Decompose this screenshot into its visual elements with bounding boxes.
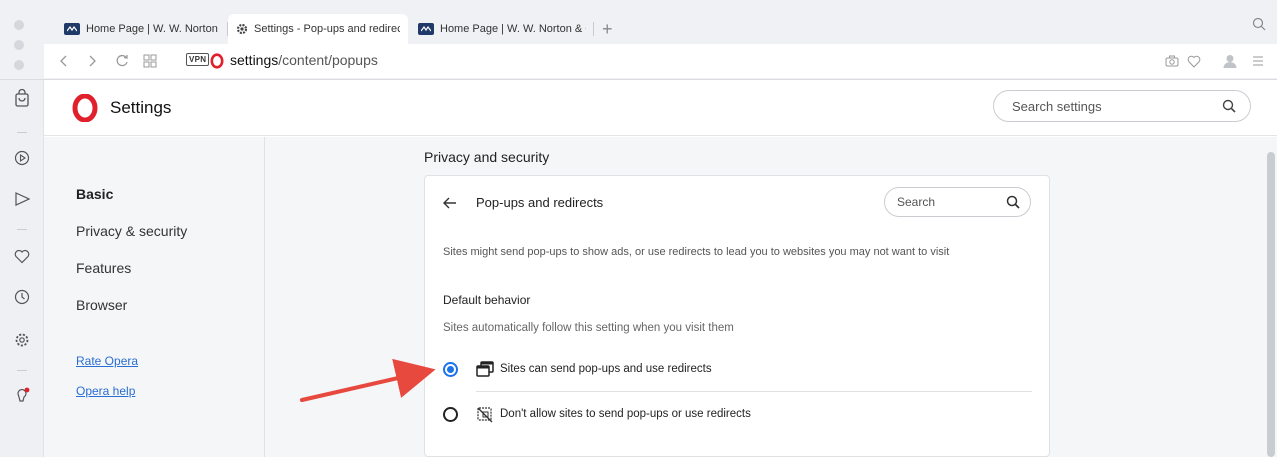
back-icon[interactable]: [54, 51, 74, 71]
tab-norton-1[interactable]: Home Page | W. W. Norton & C: [56, 14, 228, 44]
nav-item-features[interactable]: Features: [76, 260, 131, 276]
default-behavior-description: Sites automatically follow this setting …: [443, 322, 734, 334]
block-popups-label[interactable]: Don't allow sites to send pop-ups or use…: [500, 408, 751, 420]
address-bar: [44, 44, 1277, 78]
page-title: Settings: [110, 98, 172, 117]
gear-icon[interactable]: [12, 330, 32, 350]
search-icon[interactable]: [1222, 99, 1236, 113]
block-popups-radio[interactable]: [443, 407, 458, 422]
window-close-button[interactable]: [14, 20, 24, 30]
clock-icon[interactable]: [12, 287, 32, 307]
tab-settings[interactable]: Settings - Pop-ups and redirec: [228, 14, 408, 44]
window-zoom-button[interactable]: [14, 60, 24, 70]
camera-icon[interactable]: [1162, 51, 1182, 71]
window-minimize-button[interactable]: [14, 40, 24, 50]
search-settings-input[interactable]: Search settings: [993, 90, 1251, 122]
nav-item-browser[interactable]: Browser: [76, 297, 127, 313]
allow-popups-radio[interactable]: [443, 362, 458, 377]
opera-logo-icon: [207, 51, 227, 71]
send-icon[interactable]: [12, 189, 32, 209]
heart-icon[interactable]: [12, 246, 32, 266]
tab-label: Home Page | W. W. Norton & C: [86, 23, 220, 35]
forward-icon[interactable]: [82, 51, 102, 71]
lightbulb-icon[interactable]: [12, 385, 32, 405]
card-search-input[interactable]: Search: [884, 187, 1031, 217]
scrollbar-thumb[interactable]: [1267, 152, 1275, 457]
heart-icon[interactable]: [1184, 51, 1204, 71]
search-placeholder: Search: [897, 195, 936, 209]
nav-item-basic[interactable]: Basic: [76, 186, 113, 202]
divider: [476, 391, 1032, 392]
popups-description: Sites might send pop-ups to show ads, or…: [443, 246, 950, 258]
opera-logo-icon: [72, 94, 98, 122]
speed-dial-icon[interactable]: [140, 51, 160, 71]
search-icon[interactable]: [1006, 195, 1020, 209]
url-host: settings: [230, 52, 279, 68]
gear-icon: [236, 23, 248, 35]
opera-help-link[interactable]: Opera help: [76, 384, 135, 398]
reload-icon[interactable]: [112, 51, 132, 71]
norton-favicon-icon: [64, 23, 80, 35]
popup-windows-icon: [476, 360, 494, 378]
url-path: /content/popups: [278, 52, 378, 68]
play-icon[interactable]: [12, 148, 32, 168]
bag-icon[interactable]: [12, 88, 32, 108]
section-title: Privacy and security: [424, 149, 550, 165]
tab-label: Home Page | W. W. Norton & C: [440, 23, 586, 35]
search-placeholder: Search settings: [1012, 98, 1102, 114]
allow-popups-label[interactable]: Sites can send pop-ups and use redirects: [500, 363, 712, 375]
new-tab-button[interactable]: +: [594, 14, 618, 44]
vpn-badge[interactable]: VPN: [186, 53, 210, 66]
norton-favicon-icon: [418, 23, 434, 35]
tab-label: Settings - Pop-ups and redirec: [254, 23, 400, 35]
back-arrow-icon[interactable]: [440, 193, 460, 213]
easy-setup-icon[interactable]: [1248, 51, 1268, 71]
profile-avatar-icon[interactable]: [1220, 51, 1240, 71]
rate-opera-link[interactable]: Rate Opera: [76, 354, 138, 368]
popup-blocked-icon: [476, 405, 494, 423]
tab-norton-2[interactable]: Home Page | W. W. Norton & C: [410, 14, 594, 44]
tab-search-icon[interactable]: [1249, 14, 1269, 34]
card-title: Pop-ups and redirects: [476, 195, 604, 210]
nav-item-privacy-security[interactable]: Privacy & security: [76, 223, 187, 239]
default-behavior-heading: Default behavior: [443, 293, 531, 307]
url-text[interactable]: settings/content/popups: [230, 52, 378, 68]
